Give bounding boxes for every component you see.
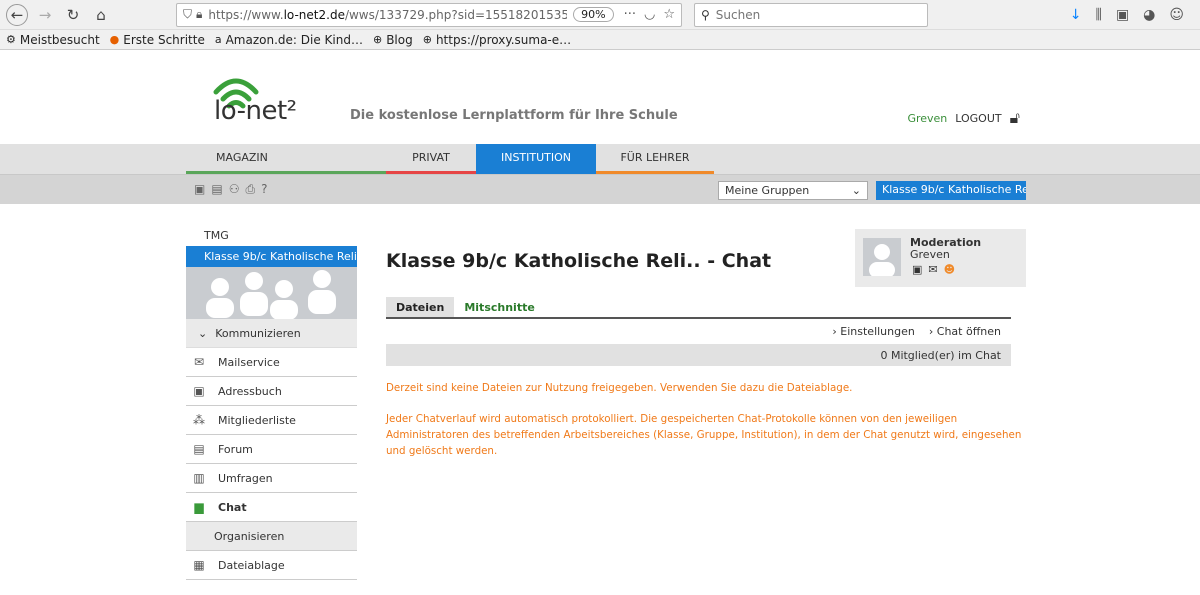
sitemap-icon[interactable]: ⚇ bbox=[229, 182, 240, 197]
nav-magazin[interactable]: MAGAZIN bbox=[186, 144, 386, 174]
sidebar-item-chat[interactable]: ▆ Chat bbox=[186, 493, 357, 522]
tab-dateien[interactable]: Dateien bbox=[386, 297, 455, 317]
member-count: 0 Mitglied(er) im Chat bbox=[386, 344, 1011, 366]
sidebar: TMG Klasse 9b/c Katholische Reli.. ⌄ Komm… bbox=[186, 224, 357, 580]
file-cabinet-icon: ▦ bbox=[193, 558, 205, 572]
chevron-down-icon: ⌄ bbox=[198, 326, 208, 340]
library-icon[interactable]: ⫼ bbox=[1095, 7, 1101, 23]
chevron-down-icon: ⌄ bbox=[851, 184, 861, 197]
bookmarks-bar: ⚙ Meistbesucht ● Erste Schritte a Amazon.de… bbox=[0, 30, 1200, 50]
notice-chat-logged: Jeder Chatverlauf wird automatisch proto… bbox=[386, 413, 1022, 457]
search-box[interactable]: ⚲ bbox=[694, 2, 928, 27]
sidebar-tmg[interactable]: TMG bbox=[186, 224, 357, 246]
tab-bar: Dateien Mitschnitte bbox=[386, 297, 1011, 319]
section-kommunizieren[interactable]: ⌄ Kommunizieren bbox=[186, 319, 357, 348]
browser-toolbar: ← → ↻ ⌂ ⛉ 🔒︎ https://www.lo-net2.de/wws/… bbox=[0, 0, 1200, 30]
mail-icon: ✉ bbox=[193, 355, 205, 369]
print-icon[interactable]: ⎙ bbox=[245, 182, 255, 197]
url-bar[interactable]: ⛉ 🔒︎ https://www.lo-net2.de/wws/133729.p… bbox=[176, 2, 682, 27]
unlock-icon[interactable]: 🔓︎ bbox=[1010, 108, 1020, 128]
bookmark-erste-schritte[interactable]: ● Erste Schritte bbox=[110, 33, 205, 47]
sidebar-item-dateiablage[interactable]: ▦ Dateiablage bbox=[186, 551, 357, 580]
addressbook-icon: ▣ bbox=[193, 384, 205, 398]
user-area: Greven LOGOUT 🔓︎ bbox=[907, 108, 1020, 128]
search-input[interactable] bbox=[715, 7, 916, 22]
members-icon: ⁂ bbox=[193, 413, 205, 427]
moderation-name: Greven bbox=[910, 248, 950, 261]
url-text[interactable]: https://www.lo-net2.de/wws/133729.php?si… bbox=[208, 8, 567, 22]
site-header: lo-net² Die kostenlose Lernplattform für… bbox=[0, 50, 1200, 144]
amazon-icon: a bbox=[214, 33, 222, 46]
sidebar-item-forum[interactable]: ▤ Forum bbox=[186, 435, 357, 464]
chat-icon: ▆ bbox=[194, 500, 204, 514]
gear-icon: ⚙ bbox=[6, 33, 16, 46]
home-icon[interactable]: ⌂ bbox=[90, 4, 112, 26]
window-icon[interactable]: ▣ bbox=[194, 182, 205, 197]
bookmark-amazon[interactable]: a Amazon.de: Die Kind… bbox=[215, 33, 363, 47]
sidebar-item-mitgliederliste[interactable]: ⁂ Mitgliederliste bbox=[186, 406, 357, 435]
nav-privat[interactable]: PRIVAT bbox=[386, 144, 476, 174]
notes-icon[interactable]: ▤ bbox=[211, 182, 222, 197]
reload-icon[interactable]: ↻ bbox=[62, 4, 84, 26]
search-icon: ⚲ bbox=[701, 7, 710, 22]
download-icon[interactable]: ↓ bbox=[1070, 7, 1082, 23]
group-people-icon bbox=[206, 270, 336, 319]
nav-fuer-lehrer[interactable]: FÜR LEHRER bbox=[596, 144, 714, 174]
nav-institution[interactable]: INSTITUTION bbox=[476, 144, 596, 174]
mail-icon[interactable]: ✉ bbox=[928, 263, 937, 276]
site-logo-text[interactable]: lo-net² bbox=[214, 96, 297, 126]
sidebar-item-adressbuch[interactable]: ▣ Adressbuch bbox=[186, 377, 357, 406]
status-icon[interactable]: ☻ bbox=[944, 263, 955, 276]
section-organisieren[interactable]: Organisieren bbox=[186, 522, 357, 551]
user-silhouette-icon bbox=[869, 244, 895, 276]
bookmark-meistbesucht[interactable]: ⚙ Meistbesucht bbox=[6, 33, 100, 47]
class-select[interactable]: Klasse 9b/c Katholische Re⌄ bbox=[876, 181, 1026, 200]
chat-actions: › Einstellungen › Chat öffnen bbox=[386, 320, 1011, 342]
sidebar-item-mailservice[interactable]: ✉ Mailservice bbox=[186, 348, 357, 377]
firefox-icon: ● bbox=[109, 33, 120, 46]
logout-link[interactable]: LOGOUT bbox=[955, 112, 1001, 125]
chevron-right-icon: › bbox=[928, 324, 937, 338]
sub-nav: ▣ ▤ ⚇ ⎙ ? Meine Gruppen ⌄ Klasse 9b/c Kat… bbox=[0, 174, 1200, 204]
forward-arrow-icon[interactable]: → bbox=[34, 4, 56, 26]
shield-icon[interactable]: ⛉ bbox=[183, 7, 192, 22]
star-icon[interactable]: ☆ bbox=[663, 7, 675, 22]
moderation-box: Moderation Greven ▣ ✉ ☻ bbox=[855, 229, 1026, 287]
sidebar-item-umfragen[interactable]: ▥ Umfragen bbox=[186, 464, 357, 493]
help-icon[interactable]: ? bbox=[261, 182, 267, 197]
page-title: Klasse 9b/c Katholische Reli.. - Chat bbox=[386, 250, 772, 272]
avatar bbox=[863, 238, 901, 276]
open-chat-link[interactable]: › Chat öffnen bbox=[929, 325, 1001, 338]
groups-select[interactable]: Meine Gruppen ⌄ bbox=[718, 181, 868, 200]
bookmark-blog[interactable]: ⊕ Blog bbox=[373, 33, 413, 47]
pocket-icon[interactable]: ◡ bbox=[644, 7, 655, 22]
group-image bbox=[186, 267, 357, 319]
settings-link[interactable]: › Einstellungen bbox=[832, 325, 914, 338]
globe-icon: ⊕ bbox=[372, 33, 383, 46]
main-nav: MAGAZIN PRIVAT INSTITUTION FÜR LEHRER bbox=[0, 144, 1200, 174]
account-icon[interactable]: ☺ bbox=[1169, 7, 1184, 23]
bookmark-proxy[interactable]: ⊕ https://proxy.suma-e… bbox=[423, 33, 571, 47]
zoom-badge[interactable]: 90% bbox=[573, 7, 614, 22]
sidebar-icon[interactable]: ▣ bbox=[1116, 7, 1129, 23]
forum-icon: ▤ bbox=[193, 442, 205, 456]
user-town[interactable]: Greven bbox=[907, 112, 947, 125]
tab-mitschnitte[interactable]: Mitschnitte bbox=[454, 297, 544, 317]
contact-card-icon[interactable]: ▣ bbox=[912, 263, 922, 276]
more-icon[interactable]: ··· bbox=[624, 7, 636, 22]
extension-icon[interactable]: ◕ bbox=[1143, 7, 1155, 23]
notice-no-files: Derzeit sind keine Dateien zur Nutzung f… bbox=[386, 382, 853, 394]
sidebar-active-class[interactable]: Klasse 9b/c Katholische Reli.. bbox=[186, 246, 357, 267]
poll-icon: ▥ bbox=[193, 471, 205, 485]
lock-icon[interactable]: 🔒︎ bbox=[196, 7, 202, 22]
back-arrow-icon[interactable]: ← bbox=[6, 3, 28, 26]
globe-icon: ⊕ bbox=[422, 33, 432, 46]
site-tagline: Die kostenlose Lernplattform für Ihre Sc… bbox=[350, 108, 678, 123]
